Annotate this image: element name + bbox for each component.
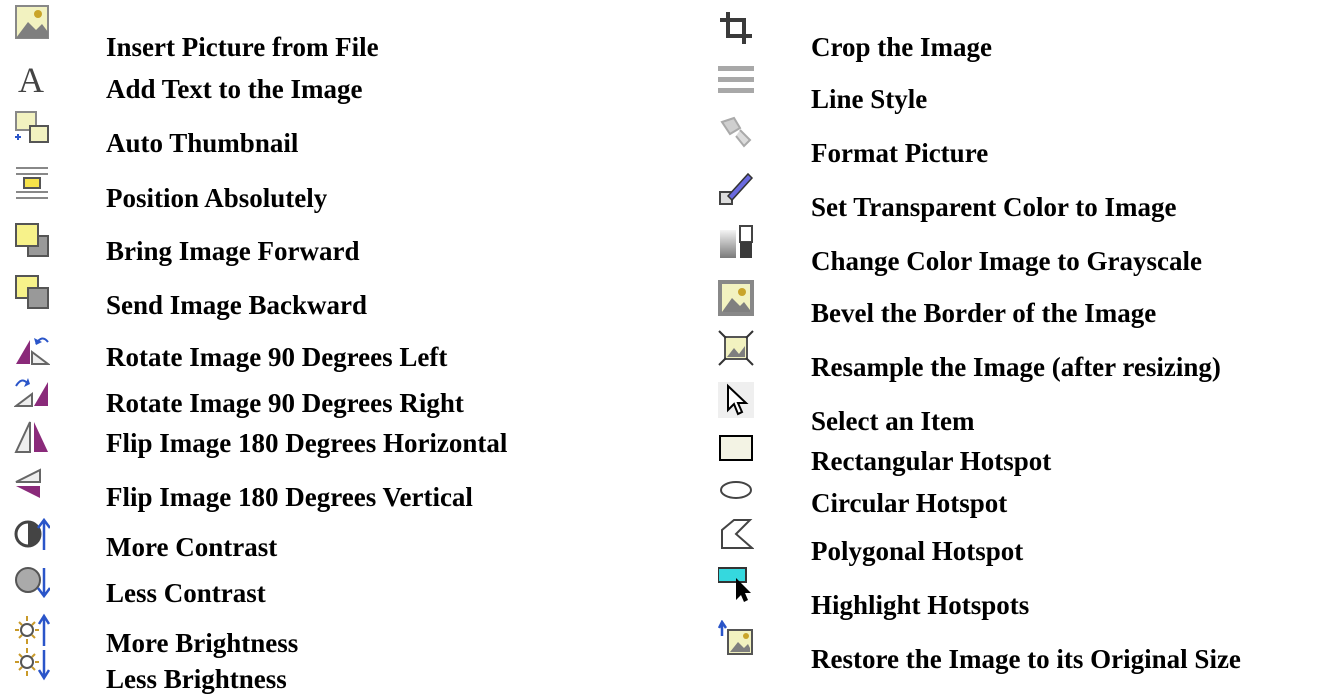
list-item-label: Bevel the Border of the Image	[811, 298, 1157, 328]
polygonal-hotspot-icon	[718, 516, 754, 552]
list-item-label: Restore the Image to its Original Size	[811, 644, 1241, 674]
list-item-label: Highlight Hotspots	[811, 590, 1030, 620]
list-item-label: Change Color Image to Grayscale	[811, 246, 1202, 276]
rectangular-hotspot-icon	[718, 430, 754, 466]
list-item-label: Send Image Backward	[106, 290, 368, 320]
position-absolutely-icon	[14, 164, 50, 200]
list-item-label: Rectangular Hotspot	[811, 446, 1052, 476]
resample-icon	[718, 330, 754, 366]
list-item-label: More Contrast	[106, 532, 278, 562]
send-backward-icon	[14, 274, 50, 310]
more-contrast-icon	[14, 516, 50, 552]
list-item-label: Format Picture	[811, 138, 989, 168]
select-arrow-icon	[718, 382, 754, 418]
format-picture-icon	[718, 114, 754, 150]
list-item-label: Select an Item	[811, 406, 975, 436]
rotate-right-icon	[14, 372, 50, 408]
list-item-label: Less Contrast	[106, 578, 266, 608]
list-item-label: Resample the Image (after resizing)	[811, 352, 1221, 382]
set-transparent-color-icon	[718, 170, 754, 206]
svg-text:A: A	[18, 60, 44, 96]
less-contrast-icon	[14, 564, 50, 600]
bevel-icon	[718, 280, 754, 316]
list-item-label: Circular Hotspot	[811, 488, 1008, 518]
line-style-icon	[718, 62, 754, 98]
list-item-label: Auto Thumbnail	[106, 128, 299, 158]
list-item-label: Bring Image Forward	[106, 236, 360, 266]
list-item-label: Position Absolutely	[106, 183, 328, 213]
more-brightness-icon	[14, 612, 50, 648]
list-item-label: Polygonal Hotspot	[811, 536, 1024, 566]
list-item-label: Rotate Image 90 Degrees Left	[106, 342, 448, 372]
less-brightness-icon	[14, 646, 50, 682]
crop-icon	[718, 10, 754, 46]
auto-thumbnail-icon	[14, 110, 50, 146]
bring-forward-icon	[14, 222, 50, 258]
insert-picture-icon	[14, 4, 50, 40]
flip-vertical-icon	[14, 466, 50, 502]
list-item-label: Add Text to the Image	[106, 74, 363, 104]
flip-horizontal-icon	[14, 418, 50, 454]
circular-hotspot-icon	[718, 472, 754, 508]
list-item-label: Line Style	[811, 84, 928, 114]
list-item-label: More Brightness	[106, 628, 299, 658]
list-item-label: Insert Picture from File	[106, 32, 379, 62]
list-item-label: Flip Image 180 Degrees Vertical	[106, 482, 473, 512]
list-item-label: Flip Image 180 Degrees Horizontal	[106, 428, 508, 458]
grayscale-icon	[718, 224, 754, 260]
add-text-icon: A	[14, 60, 50, 96]
list-item-label: Set Transparent Color to Image	[811, 192, 1177, 222]
list-item-label: Less Brightness	[106, 664, 287, 694]
rotate-left-icon	[14, 330, 50, 366]
list-item-label: Crop the Image	[811, 32, 992, 62]
list-item-label: Rotate Image 90 Degrees Right	[106, 388, 464, 418]
restore-size-icon	[718, 620, 754, 656]
highlight-hotspots-icon	[718, 566, 754, 602]
